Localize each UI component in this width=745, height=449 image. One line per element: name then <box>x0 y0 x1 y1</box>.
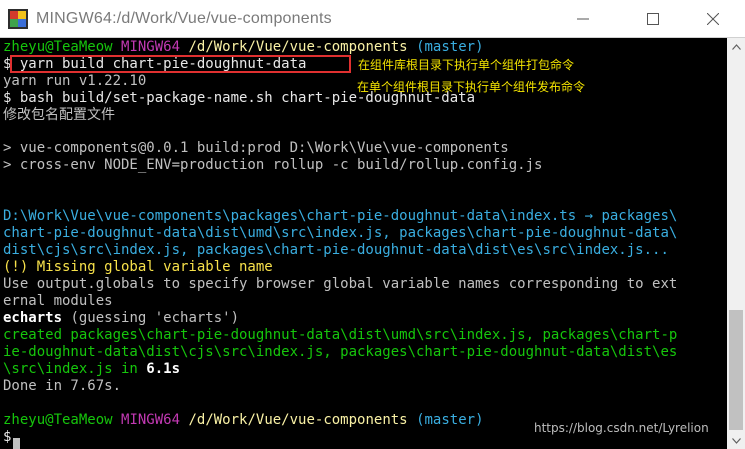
command-highlight-box <box>10 55 351 73</box>
minimize-icon <box>577 18 589 20</box>
terminal-window: MINGW64:/d/Work/Vue/vue-components zheyu… <box>0 0 745 449</box>
scrollbar-thumb[interactable] <box>729 310 743 430</box>
close-button[interactable] <box>690 0 736 38</box>
maximize-icon <box>647 13 659 25</box>
done-line: Done in 7.67s. <box>3 378 122 394</box>
rollup-line: chart-pie-doughnut-data\dist\umd\src\ind… <box>3 225 678 241</box>
npm-script-line: > vue-components@0.0.1 build:prod D:\Wor… <box>3 140 509 156</box>
rollup-line: dist\cjs\src\index.js, packages\chart-pi… <box>3 242 669 258</box>
chevron-down-icon <box>731 437 741 444</box>
maximize-button[interactable] <box>630 0 676 38</box>
warning-line: (!) Missing global variable name <box>3 259 273 275</box>
text-cursor <box>13 438 20 449</box>
title-bar[interactable]: MINGW64:/d/Work/Vue/vue-components <box>0 0 745 38</box>
set-name-message: 修改包名配置文件 <box>3 107 115 123</box>
created-line: ie-doughnut-data\dist\cjs\src\index.js, … <box>3 344 678 360</box>
npm-command-line: > cross-env NODE_ENV=production rollup -… <box>3 157 543 173</box>
prompt-line: zheyu@TeaMeow MINGW64 /d/Work/Vue/vue-co… <box>3 412 484 428</box>
window-title: MINGW64:/d/Work/Vue/vue-components <box>36 10 332 27</box>
chevron-up-icon <box>731 43 741 50</box>
warning-detail: ernal modules <box>3 293 113 309</box>
mingw-icon <box>8 9 28 29</box>
created-line: created packages\chart-pie-doughnut-data… <box>3 327 678 343</box>
scroll-up-button[interactable] <box>727 38 745 55</box>
warning-detail: Use output.globals to specify browser gl… <box>3 276 678 292</box>
annotation-publish-command: 在单个组件根目录下执行单个组件发布命令 <box>357 80 586 94</box>
guess-line: echarts (guessing 'echarts') <box>3 310 240 326</box>
prompt-line: zheyu@TeaMeow MINGW64 /d/Work/Vue/vue-co… <box>3 39 484 55</box>
close-icon <box>707 13 719 25</box>
final-prompt: $ <box>3 429 12 445</box>
yarn-version: yarn run v1.22.10 <box>3 73 147 89</box>
scroll-down-button[interactable] <box>727 432 745 449</box>
watermark: https://blog.csdn.net/Lyrelion <box>534 421 709 435</box>
minimize-button[interactable] <box>560 0 606 38</box>
rollup-line: D:\Work\Vue\vue-components\packages\char… <box>3 208 678 224</box>
terminal-output[interactable]: zheyu@TeaMeow MINGW64 /d/Work/Vue/vue-co… <box>0 38 727 449</box>
created-line: \src\index.js in 6.1s <box>3 361 181 377</box>
annotation-build-command: 在组件库根目录下执行单个组件打包命令 <box>358 58 575 72</box>
